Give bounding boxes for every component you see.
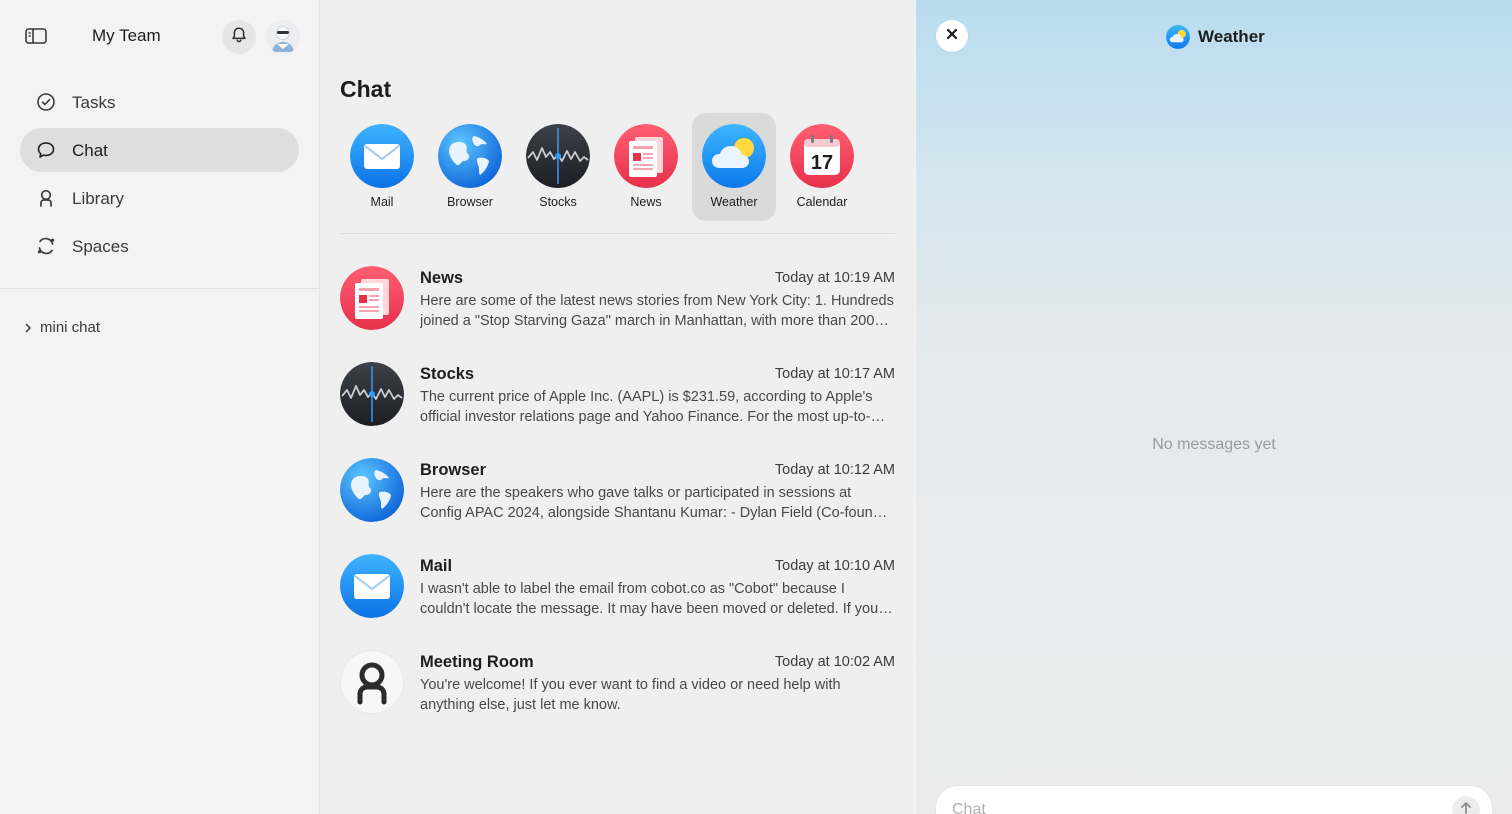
news-icon bbox=[340, 266, 404, 330]
send-button[interactable] bbox=[1452, 796, 1480, 814]
conversation-time: Today at 10:19 AM bbox=[774, 270, 895, 286]
conversation-time: Today at 10:12 AM bbox=[774, 462, 895, 478]
app-label: Browser bbox=[447, 195, 493, 209]
conversation-name: Meeting Room bbox=[420, 653, 534, 671]
sidebar-header: My Team bbox=[0, 0, 320, 72]
person-icon bbox=[36, 188, 56, 208]
app-shortcuts: Mail Browser Stocks News Weather 17 Cale… bbox=[340, 113, 895, 221]
team-name[interactable]: My Team bbox=[92, 26, 161, 46]
sidebar-divider bbox=[0, 288, 319, 289]
conversation-name: Browser bbox=[420, 461, 487, 479]
stocks-icon bbox=[340, 362, 404, 426]
globe-icon bbox=[340, 458, 404, 522]
message-composer bbox=[936, 786, 1492, 814]
nav-item-spaces[interactable]: Spaces bbox=[20, 224, 299, 268]
conversation-news[interactable]: News Today at 10:19 AM Here are some of … bbox=[340, 266, 895, 362]
weather-icon bbox=[702, 124, 766, 188]
app-calendar[interactable]: 17 Calendar bbox=[780, 113, 864, 221]
conversation-time: Today at 10:17 AM bbox=[774, 366, 895, 382]
notifications-button[interactable] bbox=[222, 20, 256, 54]
mail-icon bbox=[340, 554, 404, 618]
chevron-right-icon bbox=[22, 321, 34, 333]
chat-bubble-icon bbox=[36, 140, 56, 160]
main-nav: Tasks Chat Library Spaces bbox=[20, 80, 299, 272]
conversation-preview: You're welcome! If you ever want to find… bbox=[420, 677, 841, 713]
globe-icon bbox=[438, 124, 502, 188]
conversation-browser[interactable]: Browser Today at 10:12 AM Here are the s… bbox=[340, 458, 895, 554]
person-icon bbox=[340, 650, 404, 714]
conversation-name: News bbox=[420, 269, 464, 287]
panel-title: Weather bbox=[1166, 24, 1265, 50]
sidebar-toggle-icon[interactable] bbox=[24, 26, 48, 46]
user-avatar[interactable] bbox=[266, 20, 300, 54]
nav-label: Spaces bbox=[72, 237, 129, 256]
empty-state-text: No messages yet bbox=[1152, 436, 1276, 453]
conversation-time: Today at 10:02 AM bbox=[774, 654, 895, 670]
conversation-name: Mail bbox=[420, 557, 453, 575]
app-news[interactable]: News bbox=[604, 113, 688, 221]
app-label: News bbox=[630, 195, 662, 209]
chat-input[interactable] bbox=[952, 799, 1422, 814]
chat-list-panel: Chat Mail Browser Stocks News Weather 17… bbox=[320, 0, 915, 814]
app-label: Weather bbox=[710, 195, 758, 209]
app-label: Stocks bbox=[539, 195, 577, 209]
nav-item-chat[interactable]: Chat bbox=[20, 128, 299, 172]
conversation-preview: I wasn't able to label the email from co… bbox=[420, 581, 890, 617]
news-icon bbox=[614, 124, 678, 188]
nav-item-library[interactable]: Library bbox=[20, 176, 299, 220]
stocks-icon bbox=[526, 124, 590, 188]
apps-divider bbox=[340, 233, 895, 234]
mini-chat-toggle[interactable]: mini chat bbox=[22, 316, 100, 338]
nav-label: Tasks bbox=[72, 93, 116, 112]
sidebar: My Team Tasks Chat Library Spaces mini c… bbox=[0, 0, 320, 814]
conversation-time: Today at 10:10 AM bbox=[774, 558, 895, 574]
close-icon bbox=[945, 27, 959, 46]
calendar-day: 17 bbox=[811, 152, 833, 174]
app-mail[interactable]: Mail bbox=[340, 113, 424, 221]
conversation-preview: Here are the speakers who gave talks or … bbox=[420, 485, 894, 521]
check-circle-icon bbox=[36, 92, 56, 112]
calendar-icon: 17 bbox=[790, 124, 854, 188]
app-browser[interactable]: Browser bbox=[428, 113, 512, 221]
bell-icon bbox=[230, 26, 248, 49]
conversation-meeting-room[interactable]: Meeting Room Today at 10:02 AM You're we… bbox=[340, 650, 895, 746]
close-button[interactable] bbox=[936, 20, 968, 52]
app-label: Calendar bbox=[796, 195, 848, 209]
conversation-preview: Here are some of the latest news stories… bbox=[420, 293, 894, 329]
mini-chat-label: mini chat bbox=[40, 318, 101, 336]
conversation-stocks[interactable]: Stocks Today at 10:17 AM The current pri… bbox=[340, 362, 895, 458]
app-weather[interactable]: Weather bbox=[692, 113, 776, 221]
conversation-preview: The current price of Apple Inc. (AAPL) i… bbox=[420, 389, 873, 425]
app-stocks[interactable]: Stocks bbox=[516, 113, 600, 221]
app-label: Mail bbox=[370, 195, 394, 209]
conversation-name: Stocks bbox=[420, 365, 475, 383]
conversation-list: News Today at 10:19 AM Here are some of … bbox=[340, 266, 895, 746]
nav-item-tasks[interactable]: Tasks bbox=[20, 80, 299, 124]
nav-label: Chat bbox=[72, 141, 108, 160]
conversation-mail[interactable]: Mail Today at 10:10 AM I wasn't able to … bbox=[340, 554, 895, 650]
nav-label: Library bbox=[72, 189, 124, 208]
page-title: Chat bbox=[340, 76, 392, 102]
panel-title-text: Weather bbox=[1198, 27, 1265, 46]
weather-chat-panel: Weather No messages yet bbox=[916, 0, 1512, 814]
arrow-up-icon bbox=[1459, 801, 1473, 814]
weather-icon bbox=[1166, 25, 1190, 49]
refresh-circle-icon bbox=[36, 236, 56, 256]
mail-icon bbox=[350, 124, 414, 188]
